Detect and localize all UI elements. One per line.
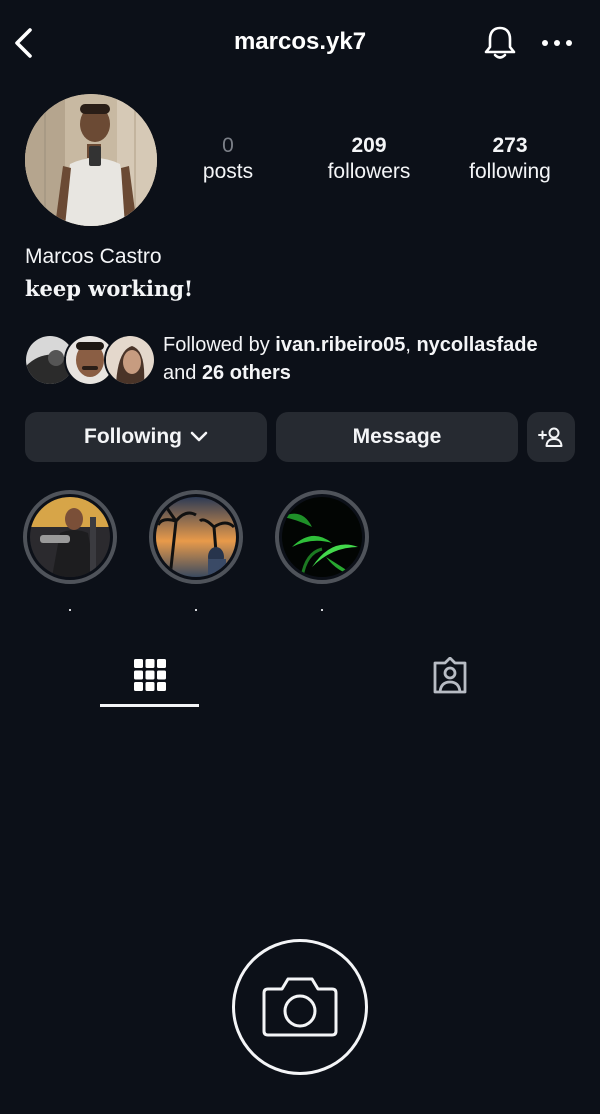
chevron-down-icon — [190, 431, 208, 442]
followed-by-prefix: Followed by — [163, 334, 276, 356]
followers-count[interactable]: 209 followers — [299, 133, 439, 185]
highlight-thumbnail — [282, 497, 362, 577]
posts-value: 0 — [222, 134, 234, 157]
highlight-thumbnail — [30, 497, 110, 577]
message-button-label: Message — [352, 425, 442, 448]
active-tab-indicator — [100, 704, 199, 707]
camera-icon — [262, 977, 338, 1037]
followed-by-and: and — [163, 362, 202, 384]
profile-avatar[interactable] — [25, 94, 157, 226]
followed-by-text[interactable]: Followed by ivan.ribeiro05, nycollasfade… — [163, 331, 593, 387]
following-value: 273 — [492, 134, 528, 157]
story-highlight[interactable] — [149, 490, 243, 584]
mutual-avatar[interactable] — [104, 334, 156, 386]
following-count[interactable]: 273 following — [440, 133, 580, 185]
add-user-icon — [538, 427, 563, 447]
followed-by-user[interactable]: nycollasfade — [416, 334, 537, 356]
tagged-icon[interactable] — [431, 657, 469, 695]
grid-icon[interactable] — [133, 658, 167, 692]
following-button[interactable]: Following — [25, 412, 267, 462]
followers-value: 209 — [351, 134, 387, 157]
posts-count: 0 posts — [158, 133, 298, 185]
highlight-thumbnail — [156, 497, 236, 577]
followed-by-others[interactable]: 26 others — [202, 362, 291, 384]
more-horizontal-icon[interactable] — [540, 30, 574, 56]
story-highlight[interactable] — [275, 490, 369, 584]
profile-bio: keep working! — [25, 276, 194, 301]
highlight-label: . — [67, 595, 73, 615]
profile-name: Marcos Castro — [25, 245, 162, 268]
followed-by-separator: , — [405, 334, 417, 356]
following-button-label: Following — [84, 425, 182, 448]
message-button[interactable]: Message — [276, 412, 518, 462]
followed-by-user[interactable]: ivan.ribeiro05 — [275, 334, 405, 356]
highlight-label: . — [319, 595, 325, 615]
highlight-label: . — [193, 595, 199, 615]
following-label: following — [469, 160, 551, 183]
posts-label: posts — [202, 160, 254, 183]
followers-label: followers — [327, 160, 411, 183]
bell-icon[interactable] — [482, 24, 518, 62]
add-user-button[interactable] — [527, 412, 575, 462]
story-highlight[interactable] — [23, 490, 117, 584]
